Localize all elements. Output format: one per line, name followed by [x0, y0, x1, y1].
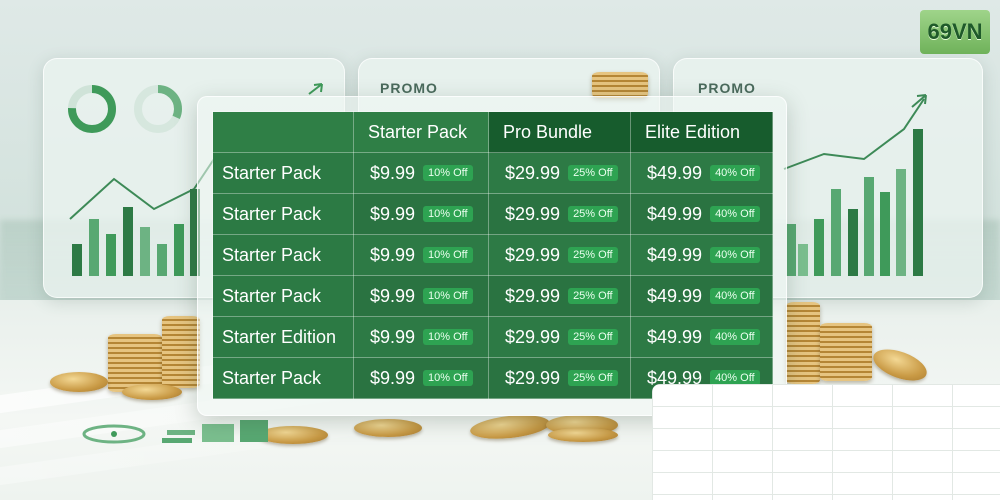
spreadsheet-overlay [652, 384, 1000, 500]
discount-badge: 25% Off [568, 329, 618, 345]
discount-badge: 10% Off [423, 206, 473, 222]
price-value: $29.99 [505, 203, 561, 224]
price-cell: $49.99 40% Off [630, 152, 773, 194]
price-value: $9.99 [370, 162, 416, 183]
price-value: $49.99 [647, 244, 703, 265]
pricing-table: Starter Pack Pro Bundle Elite Edition St… [212, 111, 773, 399]
price-cell: $49.99 40% Off [630, 275, 773, 317]
price-value: $9.99 [370, 326, 416, 347]
price-cell: $9.99 10% Off [353, 152, 489, 194]
bar-chart [72, 189, 200, 276]
price-cell: $49.99 40% Off [630, 316, 773, 358]
price-value: $29.99 [505, 367, 561, 388]
trend-line [783, 98, 925, 170]
header-row: Starter Pack Pro Bundle Elite Edition [212, 111, 773, 153]
coin [50, 372, 108, 392]
price-cell: $29.99 25% Off [488, 193, 631, 235]
price-cell: $9.99 10% Off [353, 193, 489, 235]
price-cell: $29.99 25% Off [488, 275, 631, 317]
row-label: Starter Pack [212, 275, 354, 317]
price-cell: $9.99 10% Off [353, 275, 489, 317]
table-row: Starter Pack $9.99 10% Off $29.99 25% Off $49… [212, 152, 773, 194]
row-label: Starter Pack [212, 234, 354, 276]
discount-badge: 10% Off [423, 370, 473, 386]
discount-badge: 40% Off [710, 288, 760, 304]
coin-stack [786, 302, 820, 384]
discount-badge: 40% Off [710, 329, 760, 345]
coin-stack [592, 72, 648, 98]
discount-badge: 10% Off [423, 288, 473, 304]
header-corner [212, 111, 354, 153]
discount-badge: 10% Off [423, 247, 473, 263]
discount-badge: 40% Off [710, 165, 760, 181]
price-cell: $9.99 10% Off [353, 234, 489, 276]
price-value: $49.99 [647, 162, 703, 183]
price-cell: $29.99 25% Off [488, 152, 631, 194]
promo-label: PROMO [380, 80, 438, 96]
price-cell: $49.99 40% Off [630, 234, 773, 276]
price-value: $29.99 [505, 162, 561, 183]
price-cell: $29.99 25% Off [488, 316, 631, 358]
price-value: $29.99 [505, 326, 561, 347]
coin [354, 419, 422, 437]
discount-badge: 40% Off [710, 247, 760, 263]
coin [122, 384, 182, 400]
price-cell: $9.99 10% Off [353, 316, 489, 358]
discount-badge: 25% Off [568, 370, 618, 386]
column-header: Elite Edition [630, 111, 773, 153]
column-header: Pro Bundle [488, 111, 631, 153]
price-value: $9.99 [370, 285, 416, 306]
discount-badge: 25% Off [568, 288, 618, 304]
bar-chart [786, 129, 923, 276]
price-cell: $29.99 25% Off [488, 234, 631, 276]
price-value: $49.99 [647, 203, 703, 224]
price-cell: $9.99 10% Off [353, 357, 489, 399]
row-label: Starter Pack [212, 357, 354, 399]
price-value: $9.99 [370, 367, 416, 388]
brand-logo[interactable]: 69VN [920, 10, 990, 54]
discount-badge: 25% Off [568, 247, 618, 263]
row-label: Starter Edition [212, 316, 354, 358]
price-value: $9.99 [370, 203, 416, 224]
column-header: Starter Pack [353, 111, 489, 153]
coin [548, 428, 618, 442]
table-row: Starter Pack $9.99 10% Off $29.99 25% Off $49… [212, 275, 773, 317]
discount-badge: 10% Off [423, 165, 473, 181]
price-value: $49.99 [647, 285, 703, 306]
row-label: Starter Pack [212, 152, 354, 194]
discount-badge: 10% Off [423, 329, 473, 345]
price-value: $29.99 [505, 244, 561, 265]
price-cell: $49.99 40% Off [630, 193, 773, 235]
price-cell: $29.99 25% Off [488, 357, 631, 399]
discount-badge: 40% Off [710, 206, 760, 222]
discount-badge: 25% Off [568, 165, 618, 181]
floor-chart-decoration [82, 420, 268, 444]
promo-label: PROMO [698, 80, 756, 96]
price-value: $29.99 [505, 285, 561, 306]
trend-arrow-icon [308, 83, 323, 95]
price-value: $9.99 [370, 244, 416, 265]
coin-stack [162, 316, 200, 388]
discount-badge: 25% Off [568, 206, 618, 222]
table-row: Starter Pack $9.99 10% Off $29.99 25% Off $49… [212, 234, 773, 276]
table-row: Starter Pack $9.99 10% Off $29.99 25% Off $49… [212, 193, 773, 235]
table-row: Starter Edition $9.99 10% Off $29.99 25% Off… [212, 316, 773, 358]
price-value: $49.99 [647, 326, 703, 347]
coin-stack [820, 323, 872, 381]
row-label: Starter Pack [212, 193, 354, 235]
